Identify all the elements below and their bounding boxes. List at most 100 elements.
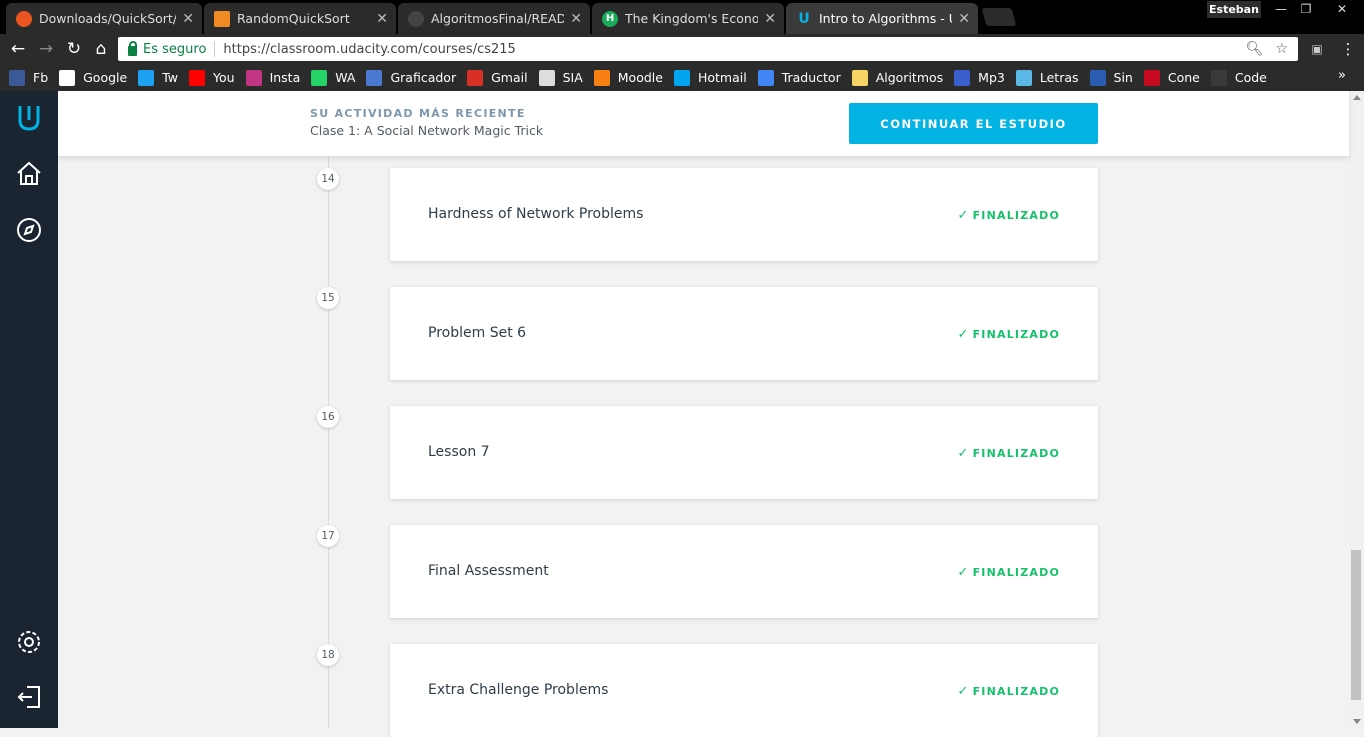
windows-icon <box>673 69 690 86</box>
tab-algoritmosfinal-readme[interactable]: AlgoritmosFinal/READMI ✕ <box>398 3 590 34</box>
settings-icon[interactable] <box>14 627 44 657</box>
bookmark-sin[interactable]: Sin <box>1089 69 1133 86</box>
bookmark-graficador[interactable]: Graficador <box>366 69 456 86</box>
menu-icon[interactable]: ⋮ <box>1337 38 1359 60</box>
page-scrollbar[interactable] <box>1349 91 1364 728</box>
back-icon[interactable]: ← <box>7 38 29 60</box>
bookmark-label: Code <box>1234 70 1267 85</box>
scroll-down-icon[interactable] <box>1353 719 1361 724</box>
close-tab-icon[interactable]: ✕ <box>958 11 970 27</box>
instagram-icon <box>245 69 262 86</box>
h-icon: H <box>602 10 618 27</box>
close-tab-icon[interactable]: ✕ <box>764 11 776 27</box>
bookmark-insta[interactable]: Insta <box>245 69 301 86</box>
app-sidebar <box>0 91 58 728</box>
continue-studying-button[interactable]: CONTINUAR EL ESTUDIO <box>849 103 1098 144</box>
close-tab-icon[interactable]: ✕ <box>182 11 194 27</box>
bookmark-traductor[interactable]: Traductor <box>757 69 841 86</box>
lesson-number-badge: 17 <box>317 525 339 547</box>
wordreference-icon <box>1089 69 1106 86</box>
tab-kingdoms-economy[interactable]: H The Kingdom's Economy ✕ <box>592 3 784 34</box>
reload-icon[interactable]: ↻ <box>63 38 85 60</box>
github-icon <box>408 10 424 27</box>
extension-icon[interactable]: ▣ <box>1306 38 1328 60</box>
bookmark-tw[interactable]: Tw <box>138 69 178 86</box>
bookmark-fb[interactable]: Fb <box>9 69 48 86</box>
bookmark-label: You <box>213 70 235 85</box>
lesson-card[interactable]: Problem Set 6 ✓ FINALIZADO <box>390 287 1098 380</box>
document-icon <box>538 69 555 86</box>
home-icon[interactable]: ⌂ <box>90 38 112 60</box>
note-icon <box>851 69 868 86</box>
lesson-number-badge: 18 <box>317 644 339 666</box>
profile-button[interactable]: Esteban <box>1207 1 1261 18</box>
recent-lesson-title[interactable]: Clase 1: A Social Network Magic Trick <box>310 123 543 138</box>
bookmark-sia[interactable]: SIA <box>538 69 583 86</box>
bookmark-hotmail[interactable]: Hotmail <box>673 69 747 86</box>
bookmark-cone[interactable]: Cone <box>1143 69 1200 86</box>
bookmark-letras[interactable]: Letras <box>1015 69 1079 86</box>
bookmark-you[interactable]: You <box>189 69 235 86</box>
browser-tab-bar: Downloads/QuickSort/ ✕ RandomQuickSort ✕… <box>0 0 1364 34</box>
address-bar[interactable]: Es seguro https://classroom.udacity.com/… <box>118 37 1298 61</box>
bookmark-label: Google <box>83 70 128 85</box>
minimize-icon[interactable]: — <box>1270 0 1292 18</box>
bookmark-algoritmos[interactable]: Algoritmos <box>851 69 944 86</box>
bookmark-label: Traductor <box>781 70 841 85</box>
scroll-up-icon[interactable] <box>1353 95 1361 100</box>
new-tab-button[interactable] <box>981 8 1017 26</box>
lesson-card[interactable]: Final Assessment ✓ FINALIZADO <box>390 525 1098 618</box>
tab-intro-to-algorithms[interactable]: U Intro to Algorithms - Uda ✕ <box>786 3 978 34</box>
lesson-card[interactable]: Lesson 7 ✓ FINALIZADO <box>390 406 1098 499</box>
bookmark-label: Algoritmos <box>875 70 944 85</box>
logout-icon[interactable] <box>14 682 44 712</box>
status-badge: ✓ FINALIZADO <box>958 565 1061 580</box>
bookmark-label: Mp3 <box>978 70 1005 85</box>
restore-icon[interactable]: ❐ <box>1295 0 1317 18</box>
status-label: FINALIZADO <box>972 566 1060 579</box>
bookmark-label: Letras <box>1039 70 1079 85</box>
tab-label: Intro to Algorithms - Uda <box>819 11 952 26</box>
bookmark-label: Insta <box>269 70 301 85</box>
gmail-icon <box>467 69 484 86</box>
checkmark-icon: ✓ <box>957 208 970 223</box>
home-icon[interactable] <box>14 159 44 189</box>
divider <box>214 41 216 57</box>
udacity-logo-icon[interactable] <box>14 103 44 133</box>
bookmark-label: Hotmail <box>697 70 747 85</box>
lesson-card[interactable]: Extra Challenge Problems ✓ FINALIZADO <box>390 644 1098 737</box>
spain-flag-icon <box>1143 69 1160 86</box>
lesson-title: Extra Challenge Problems <box>428 682 609 698</box>
udacity-icon: U <box>798 10 810 27</box>
zoom-icon[interactable]: 🔍︎ <box>1246 41 1264 57</box>
tab-label: Downloads/QuickSort/ <box>39 11 177 26</box>
close-tab-icon[interactable]: ✕ <box>570 11 582 27</box>
bookmark-code[interactable]: Code <box>1210 69 1267 86</box>
more-bookmarks-icon[interactable]: » <box>1338 68 1346 83</box>
status-badge: ✓ FINALIZADO <box>958 327 1061 342</box>
bookmark-google[interactable]: Google <box>59 69 128 86</box>
bookmark-mp3[interactable]: Mp3 <box>954 69 1005 86</box>
close-window-icon[interactable]: ✕ <box>1322 0 1362 18</box>
close-tab-icon[interactable]: ✕ <box>376 11 388 27</box>
lesson-card[interactable]: Hardness of Network Problems ✓ FINALIZADO <box>390 168 1098 261</box>
compass-icon[interactable] <box>14 215 44 245</box>
tab-label: RandomQuickSort <box>237 11 350 26</box>
lesson-title: Problem Set 6 <box>428 325 527 341</box>
recent-activity-banner: SU ACTIVIDAD MÁS RECIENTE Clase 1: A Soc… <box>58 91 1349 156</box>
bookmarks-bar: Fb Google Tw You Insta WA Graficador Gmail SIA Mo… <box>0 64 1364 91</box>
tab-downloads-quicksort[interactable]: Downloads/QuickSort/ ✕ <box>6 3 202 34</box>
bookmark-moodle[interactable]: Moodle <box>593 69 663 86</box>
checkmark-icon: ✓ <box>957 446 970 461</box>
url-text[interactable]: https://classroom.udacity.com/courses/cs… <box>223 42 515 57</box>
scrollbar-thumb[interactable] <box>1351 550 1361 700</box>
bookmark-label: WA <box>335 70 356 85</box>
lyrics-icon <box>1015 69 1032 86</box>
tab-randomquicksort[interactable]: RandomQuickSort ✕ <box>204 3 396 34</box>
star-icon[interactable]: ☆ <box>1275 41 1288 57</box>
bookmark-wa[interactable]: WA <box>311 69 356 86</box>
secure-label: Es seguro <box>143 41 207 57</box>
lesson-number-badge: 16 <box>317 406 339 428</box>
bookmark-gmail[interactable]: Gmail <box>467 69 528 86</box>
forward-icon[interactable]: → <box>35 38 57 60</box>
